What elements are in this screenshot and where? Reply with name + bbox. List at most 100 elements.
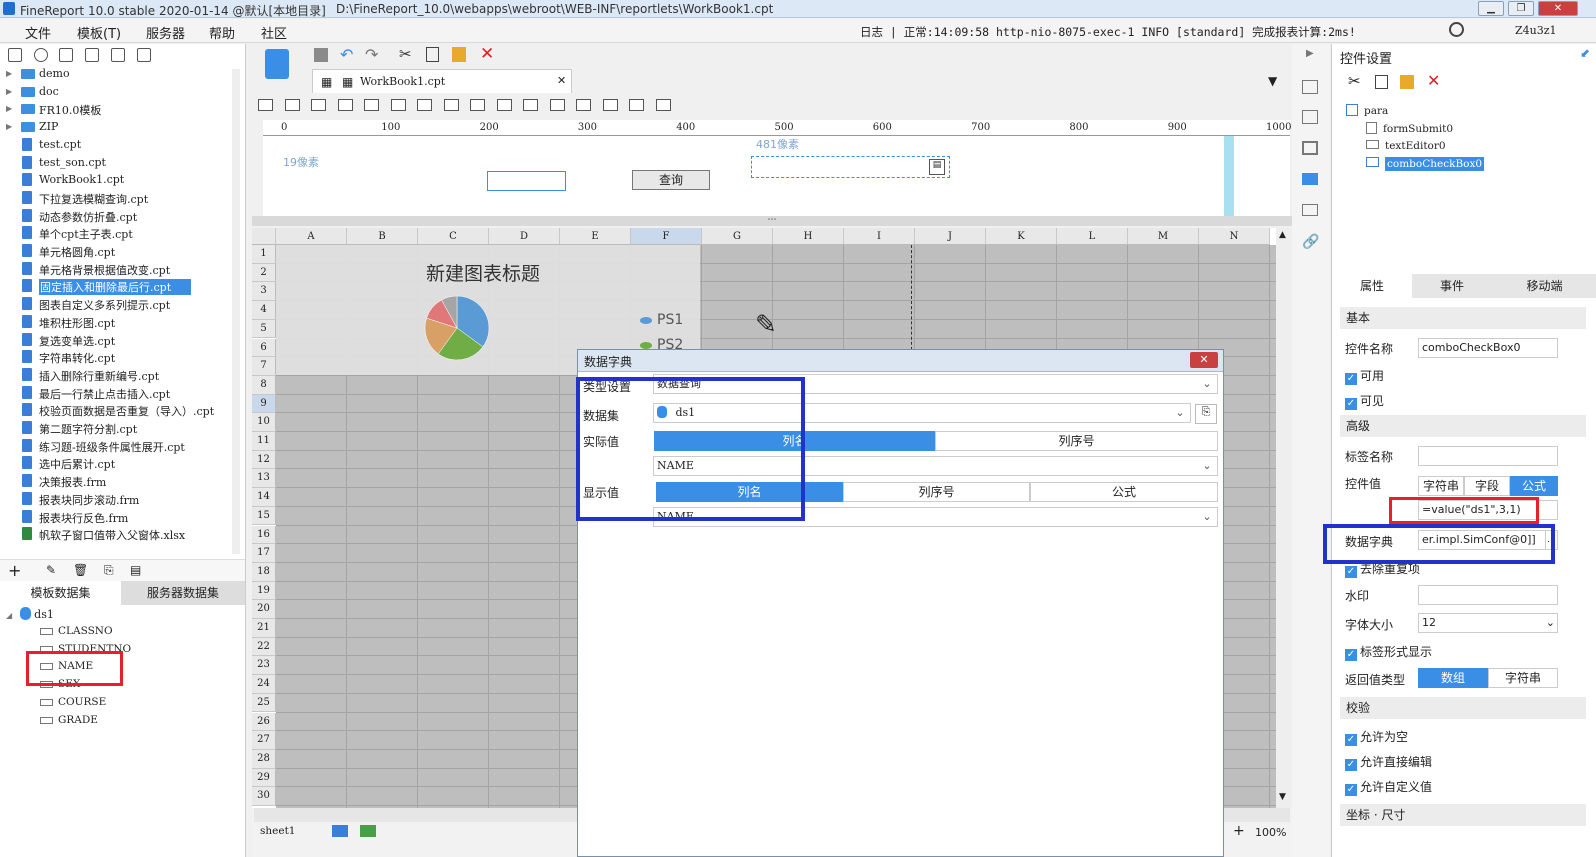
open-icon[interactable]: [59, 48, 73, 62]
row-header[interactable]: 16: [252, 525, 276, 545]
tab-template-dataset[interactable]: 模板数据集: [0, 581, 121, 605]
row-header[interactable]: 3: [252, 282, 276, 302]
tree-item[interactable]: 单个cpt主子表.cpt: [0, 225, 230, 242]
row-header[interactable]: 23: [252, 656, 276, 676]
tree-item[interactable]: ▶ FR10.0模板: [0, 101, 230, 118]
column-header[interactable]: G: [702, 228, 773, 245]
dialog-close-button[interactable]: ✕: [1190, 352, 1218, 368]
expand-arrow-icon[interactable]: ▶: [6, 122, 12, 131]
query-button[interactable]: 查询: [632, 170, 710, 190]
menu-template[interactable]: 模板(T): [77, 23, 121, 42]
row-header[interactable]: 17: [252, 544, 276, 563]
section-advanced[interactable]: 高级: [1340, 415, 1586, 437]
tree-item[interactable]: test.cpt: [0, 137, 230, 154]
sheet-corner[interactable]: [252, 228, 276, 245]
tree-item[interactable]: 帆软子窗口值带入父窗体.xlsx: [0, 526, 230, 543]
column-header[interactable]: M: [1128, 228, 1199, 245]
widget-tool-icon[interactable]: [470, 99, 485, 111]
value-tab-field[interactable]: 字段: [1464, 476, 1510, 496]
expand-arrow-icon[interactable]: ▶: [6, 69, 12, 78]
row-header[interactable]: 2: [252, 263, 276, 283]
allow-edit-checkbox[interactable]: ✓ 允许直接编辑: [1345, 753, 1432, 771]
tab-properties[interactable]: 属性: [1332, 274, 1412, 298]
display-tab-colindex[interactable]: 列序号: [843, 482, 1030, 502]
value-tab-formula[interactable]: 公式: [1510, 476, 1558, 496]
column-header[interactable]: H: [773, 228, 844, 245]
row-header[interactable]: 9: [252, 394, 276, 414]
editor-tab[interactable]: ▦ ▦ WorkBook1.cpt ✕: [312, 69, 572, 93]
value-tab-string[interactable]: 字符串: [1418, 476, 1464, 496]
widget-tool-icon[interactable]: [311, 99, 326, 111]
row-header[interactable]: 6: [252, 338, 276, 358]
user-name[interactable]: Z4u3z1: [1515, 24, 1557, 37]
menu-file[interactable]: 文件: [25, 23, 51, 42]
row-header[interactable]: 30: [252, 787, 276, 806]
tree-item[interactable]: 字符串转化.cpt: [0, 349, 230, 366]
tree-item[interactable]: 决策报表.frm: [0, 473, 230, 490]
row-header[interactable]: 10: [252, 413, 276, 432]
widget-tool-icon[interactable]: [364, 99, 379, 111]
watermark-input[interactable]: [1418, 585, 1558, 605]
actual-tab-colindex[interactable]: 列序号: [935, 431, 1218, 451]
expand-arrow-icon[interactable]: ▶: [6, 87, 12, 96]
refresh-icon[interactable]: [34, 48, 48, 62]
add-report-icon[interactable]: [360, 825, 376, 837]
row-header[interactable]: 29: [252, 768, 276, 788]
log-status[interactable]: 日志 | 正常:14:09:58 http-nio-8075-exec-1 IN…: [860, 24, 1356, 40]
row-header[interactable]: 24: [252, 675, 276, 694]
allow-empty-checkbox[interactable]: ✓ 允许为空: [1345, 728, 1408, 746]
tag-name-input[interactable]: [1418, 446, 1558, 466]
column-header[interactable]: L: [1057, 228, 1128, 245]
widget-tool-icon[interactable]: [390, 99, 406, 111]
row-header[interactable]: 18: [252, 562, 276, 582]
tree-item[interactable]: ▶ demo: [0, 66, 230, 83]
column-header[interactable]: I: [844, 228, 915, 245]
tree-item[interactable]: test_son.cpt: [0, 155, 230, 172]
paste-icon[interactable]: [1400, 75, 1414, 89]
delete-icon[interactable]: [111, 48, 125, 62]
text-editor-widget[interactable]: [487, 171, 566, 191]
widget-lib-icon[interactable]: [1302, 110, 1318, 124]
tree-item[interactable]: ▶ ZIP: [0, 119, 230, 136]
zoom-in-icon[interactable]: +: [1233, 823, 1245, 839]
column-header[interactable]: E: [560, 228, 631, 245]
link-icon[interactable]: 🔗: [1302, 234, 1319, 250]
tree-combocheckbox[interactable]: comboCheckBox0: [1366, 157, 1485, 171]
tree-para[interactable]: para: [1346, 104, 1388, 117]
copy-toolbar-icon[interactable]: [426, 47, 439, 62]
cut-icon[interactable]: ✂: [1348, 72, 1361, 90]
minimize-button[interactable]: ▁: [1478, 1, 1504, 16]
tree-item[interactable]: 固定插入和删除最后行.cpt: [0, 278, 230, 296]
row-header[interactable]: 5: [252, 319, 276, 339]
column-header[interactable]: J: [915, 228, 986, 245]
column-header[interactable]: C: [418, 228, 489, 245]
column-header[interactable]: B: [347, 228, 418, 245]
row-header[interactable]: 19: [252, 581, 276, 601]
tree-item[interactable]: 单元格圆角.cpt: [0, 243, 230, 260]
close-tab-icon[interactable]: ✕: [557, 74, 566, 87]
column-header[interactable]: A: [276, 228, 347, 245]
preview-icon[interactable]: ⎘: [104, 563, 114, 578]
delete-toolbar-icon[interactable]: ✕: [480, 44, 494, 64]
return-string[interactable]: 字符串: [1488, 668, 1558, 688]
tab-events[interactable]: 事件: [1412, 274, 1492, 298]
section-basic[interactable]: 基本: [1340, 307, 1586, 329]
vertical-scrollbar[interactable]: ▲ ▼: [1276, 228, 1292, 808]
save-icon[interactable]: [85, 48, 99, 62]
row-header[interactable]: 13: [252, 469, 276, 489]
enabled-checkbox[interactable]: ✓ 可用: [1345, 367, 1384, 385]
tree-item[interactable]: 第二题字符分割.cpt: [0, 420, 230, 437]
tree-texteditor[interactable]: textEditor0: [1366, 140, 1446, 152]
widget-tool-icon[interactable]: [496, 99, 512, 111]
cut-icon[interactable]: ✂: [399, 45, 412, 63]
tree-item[interactable]: 图表自定义多系列提示.cpt: [0, 296, 230, 313]
tree-item[interactable]: 最后一行禁止点击插入.cpt: [0, 385, 230, 402]
add-sheet-icon[interactable]: [332, 825, 348, 837]
widget-tool-icon[interactable]: [576, 99, 591, 111]
tag-display-checkbox[interactable]: ✓ 标签形式显示: [1345, 643, 1432, 661]
visible-checkbox[interactable]: ✓ 可见: [1345, 392, 1384, 410]
row-header[interactable]: 1: [252, 245, 276, 264]
dataset-root[interactable]: ◢ ds1: [6, 607, 54, 624]
row-header[interactable]: 28: [252, 749, 276, 769]
restore-button[interactable]: ❐: [1508, 1, 1534, 16]
